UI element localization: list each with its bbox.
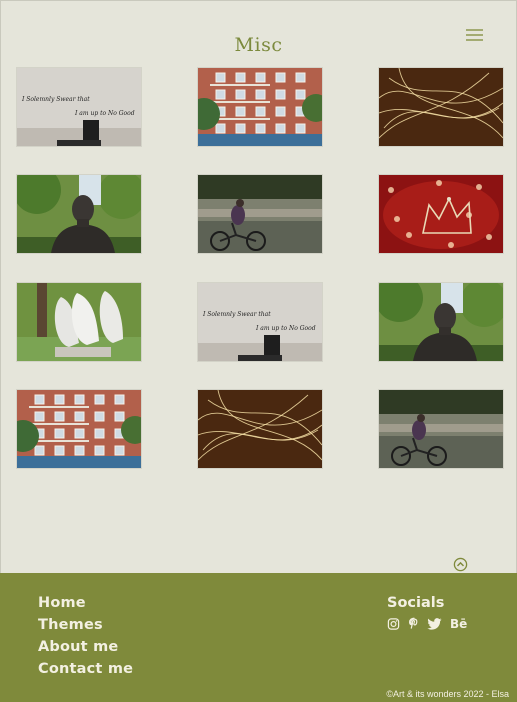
- copyright: ©Art & its wonders 2022 - Elsa: [386, 689, 509, 699]
- footer-link-home[interactable]: Home: [38, 595, 86, 611]
- footer: Home Themes About me Contact me Socials …: [0, 573, 517, 702]
- menu-icon[interactable]: [466, 29, 483, 41]
- gallery-image-apartment-building[interactable]: [198, 68, 322, 146]
- behance-icon[interactable]: Bē: [450, 617, 467, 631]
- svg-text:I Solemnly Swear that: I Solemnly Swear that: [202, 311, 271, 318]
- page-title: Misc: [234, 34, 283, 56]
- svg-text:I am up to No Good: I am up to No Good: [74, 110, 135, 117]
- gallery-image-wall-quote[interactable]: I Solemnly Swear that I am up to No Good: [198, 283, 322, 361]
- gallery-image-cyclist[interactable]: [379, 390, 503, 468]
- svg-text:I Solemnly Swear that: I Solemnly Swear that: [21, 96, 90, 103]
- gallery-image-wall-quote[interactable]: I Solemnly Swear that I am up to No Good: [17, 68, 141, 146]
- gallery-image-bust-statue[interactable]: [17, 175, 141, 253]
- socials-title: Socials: [387, 595, 445, 611]
- scroll-to-top-icon[interactable]: [453, 557, 468, 572]
- footer-link-about[interactable]: About me: [38, 639, 118, 655]
- gallery-image-white-face-sculptures[interactable]: [17, 283, 141, 361]
- twitter-icon[interactable]: [427, 617, 442, 631]
- gallery-image-light-trails[interactable]: [198, 390, 322, 468]
- gallery-image-cyclist[interactable]: [198, 175, 322, 253]
- svg-text:I am up to No Good: I am up to No Good: [255, 325, 316, 332]
- gallery-image-red-crown[interactable]: [379, 175, 503, 253]
- pinterest-icon[interactable]: [408, 617, 420, 631]
- gallery-image-light-trails[interactable]: [379, 68, 503, 146]
- instagram-icon[interactable]: [387, 617, 400, 631]
- gallery-image-bust-statue[interactable]: [379, 283, 503, 361]
- gallery-image-apartment-building[interactable]: [17, 390, 141, 468]
- footer-link-contact[interactable]: Contact me: [38, 661, 133, 677]
- footer-link-themes[interactable]: Themes: [38, 617, 103, 633]
